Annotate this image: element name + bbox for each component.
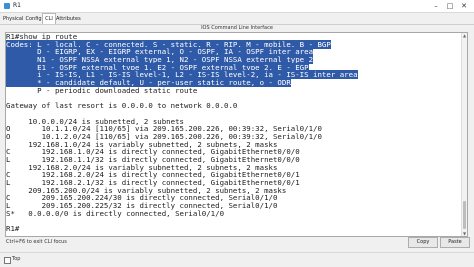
console-output: R1#show ip route Codes: L - local, C - co… — [6, 33, 462, 233]
cli-console[interactable]: R1#show ip route Codes: L - local, C - co… — [5, 32, 468, 237]
scroll-thumb[interactable] — [463, 201, 466, 229]
footer-bar: Top — [0, 252, 474, 267]
console-line-text: R1# — [6, 224, 20, 234]
copy-button[interactable]: Copy — [408, 237, 438, 248]
window-titlebar: R1 – □ ✕ — [0, 0, 474, 13]
console-line: R1# — [6, 225, 462, 233]
scroll-down-arrow-icon[interactable]: ▼ — [462, 231, 467, 236]
console-line: P - periodic downloaded static route — [6, 85, 462, 95]
console-line-text: P - periodic downloaded static route — [6, 85, 198, 95]
section-title: IOS Command Line Interface — [201, 25, 273, 31]
tab-cli[interactable]: CLI — [42, 13, 56, 24]
console-line: Gateway of last resort is 0.0.0.0 to net… — [6, 102, 462, 110]
window-title: R1 — [13, 2, 21, 9]
top-checkbox[interactable] — [4, 257, 11, 264]
vertical-scrollbar[interactable]: ▲ ▼ — [461, 33, 467, 236]
console-line: S* 0.0.0.0/0 is directly connected, Seri… — [6, 208, 462, 218]
maximize-button[interactable]: □ — [443, 0, 457, 12]
top-checkbox-label: Top — [12, 256, 21, 262]
close-button[interactable]: ✕ — [457, 0, 471, 12]
app-icon — [4, 3, 10, 9]
minimize-button[interactable]: – — [429, 0, 443, 12]
scroll-up-arrow-icon[interactable]: ▲ — [462, 33, 467, 38]
window-controls: – □ ✕ — [429, 0, 471, 12]
console-line-text: Gateway of last resort is 0.0.0.0 to net… — [6, 101, 238, 111]
focus-hint: Ctrl+F6 to exit CLI focus — [6, 239, 67, 245]
paste-button[interactable]: Paste — [440, 237, 470, 248]
console-line-text: S* 0.0.0.0/0 is directly connected, Seri… — [6, 208, 225, 218]
